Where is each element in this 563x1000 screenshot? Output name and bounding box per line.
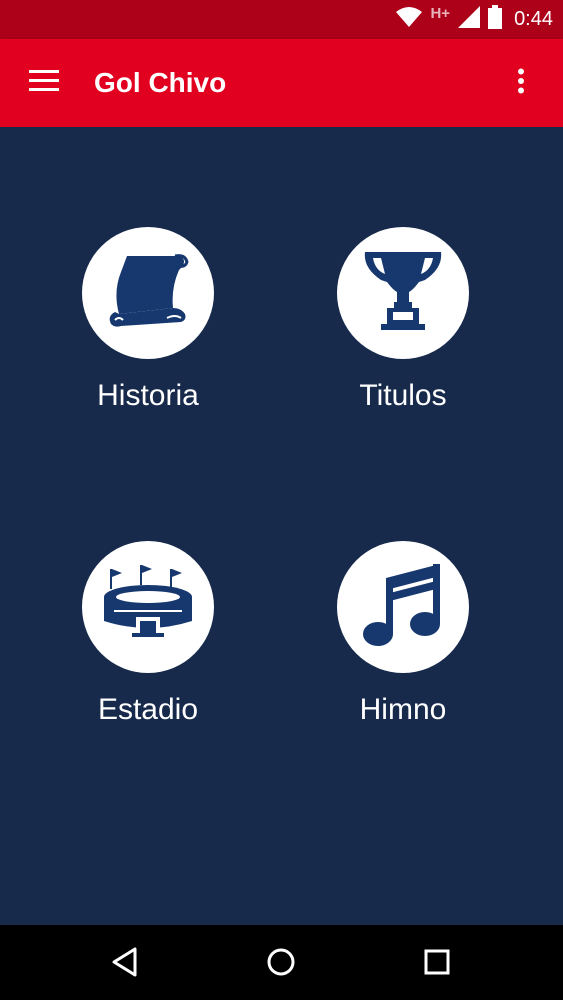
trophy-icon <box>361 246 445 341</box>
music-note-icon <box>362 560 444 655</box>
status-bar: H+ 0:44 <box>0 0 563 39</box>
menu-item-circle <box>337 227 469 359</box>
back-button[interactable] <box>100 939 150 989</box>
back-icon <box>111 947 139 982</box>
main-menu-grid: Historia Titulos Estadio Himno <box>0 127 563 925</box>
wifi-icon <box>396 6 423 33</box>
menu-item-circle <box>82 541 214 673</box>
app-bar: Gol Chivo <box>0 39 563 127</box>
app-title: Gol Chivo <box>94 67 227 98</box>
system-navigation-bar <box>0 925 563 1000</box>
battery-icon <box>488 5 503 34</box>
menu-item-label: Himno <box>359 693 447 726</box>
menu-item-label: Estadio <box>97 693 199 726</box>
menu-item-himno[interactable]: Himno <box>303 541 503 741</box>
recents-button[interactable] <box>412 939 462 989</box>
menu-item-circle <box>82 227 214 359</box>
hamburger-menu-icon <box>29 69 59 97</box>
menu-item-estadio[interactable]: Estadio <box>48 541 248 741</box>
menu-item-label: Historia <box>97 379 199 412</box>
overflow-menu-button[interactable] <box>501 61 541 105</box>
home-icon <box>266 947 296 982</box>
menu-button[interactable] <box>22 61 66 105</box>
scroll-icon <box>105 248 191 339</box>
more-vertical-icon <box>517 68 525 99</box>
network-type-label: H+ <box>430 5 451 22</box>
menu-item-label: Titulos <box>359 379 447 412</box>
signal-icon <box>458 6 481 33</box>
menu-item-circle <box>337 541 469 673</box>
menu-item-historia[interactable]: Historia <box>48 227 248 427</box>
menu-item-titulos[interactable]: Titulos <box>303 227 503 427</box>
stadium-icon <box>100 564 196 650</box>
status-icons: H+ 0:44 <box>396 0 553 39</box>
home-button[interactable] <box>256 939 306 989</box>
status-time: 0:44 <box>514 8 553 30</box>
recents-icon <box>423 948 451 981</box>
